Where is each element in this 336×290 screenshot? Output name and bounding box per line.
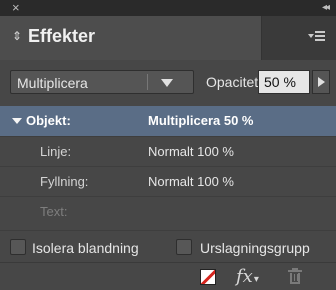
- blend-mode-value: Multiplicera: [17, 75, 88, 91]
- fx-label: fx: [236, 266, 253, 287]
- trash-can: [290, 273, 300, 284]
- fx-icon[interactable]: fx▾: [236, 266, 259, 287]
- isolate-blending-checkbox[interactable]: [10, 239, 26, 255]
- opacity-label: Opacitet:: [206, 74, 263, 90]
- tab-effekter[interactable]: ⇕ Effekter: [0, 16, 262, 60]
- list-item-value: Normalt 100 %: [148, 174, 234, 189]
- list-item-label: Linje:: [40, 144, 72, 159]
- blend-controls: Multiplicera Opacitet: 50 %: [0, 60, 336, 106]
- opacity-slider-button[interactable]: [312, 70, 330, 94]
- select-divider: [147, 74, 148, 90]
- blend-options: Isolera blandning Urslagningsgrupp: [0, 230, 336, 262]
- knockout-group-label[interactable]: Urslagningsgrupp: [200, 240, 310, 256]
- list-item-label: Objekt:: [26, 113, 71, 128]
- effects-list: Objekt: Multiplicera 50 % Linje: Normalt…: [0, 106, 336, 230]
- chevron-down-icon[interactable]: [161, 79, 173, 87]
- panel-tab-row: ⇕ Effekter: [0, 16, 336, 60]
- trash-lid: [288, 270, 302, 272]
- clear-effects-icon[interactable]: [200, 269, 216, 285]
- opacity-input[interactable]: 50 %: [258, 70, 310, 94]
- isolate-blending-label[interactable]: Isolera blandning: [32, 240, 139, 256]
- collapse-panel-icon[interactable]: ◂◂: [322, 1, 330, 15]
- list-item-fyllning[interactable]: Fyllning: Normalt 100 %: [0, 166, 336, 194]
- chevron-right-icon: [318, 77, 325, 87]
- panel-footer: fx▾: [0, 262, 336, 290]
- list-item-value: Multiplicera 50 %: [148, 113, 254, 128]
- fx-caret-icon: ▾: [253, 274, 259, 285]
- list-item-value: Normalt 100 %: [148, 144, 234, 159]
- list-item-linje[interactable]: Linje: Normalt 100 %: [0, 136, 336, 164]
- menu-dropdown-triangle-icon: [308, 34, 314, 38]
- knockout-group-checkbox[interactable]: [176, 239, 192, 255]
- list-item-label: Fyllning:: [40, 174, 89, 189]
- list-item-text[interactable]: Text:: [0, 196, 336, 224]
- panel-menu-icon[interactable]: [308, 30, 326, 44]
- clear-slash: [201, 270, 215, 284]
- list-item-objekt[interactable]: Objekt: Multiplicera 50 %: [0, 106, 336, 136]
- blend-mode-select[interactable]: Multiplicera: [10, 70, 194, 94]
- menu-lines-icon: [315, 31, 325, 41]
- close-icon[interactable]: ×: [12, 1, 20, 15]
- disclosure-triangle-icon[interactable]: [12, 118, 22, 124]
- panel-title: Effekter: [28, 26, 96, 46]
- trash-icon[interactable]: [288, 268, 302, 285]
- list-item-label: Text:: [40, 204, 68, 219]
- tab-expand-arrows-icon[interactable]: ⇕: [12, 29, 22, 43]
- panel-titlebar: × ◂◂: [0, 0, 336, 16]
